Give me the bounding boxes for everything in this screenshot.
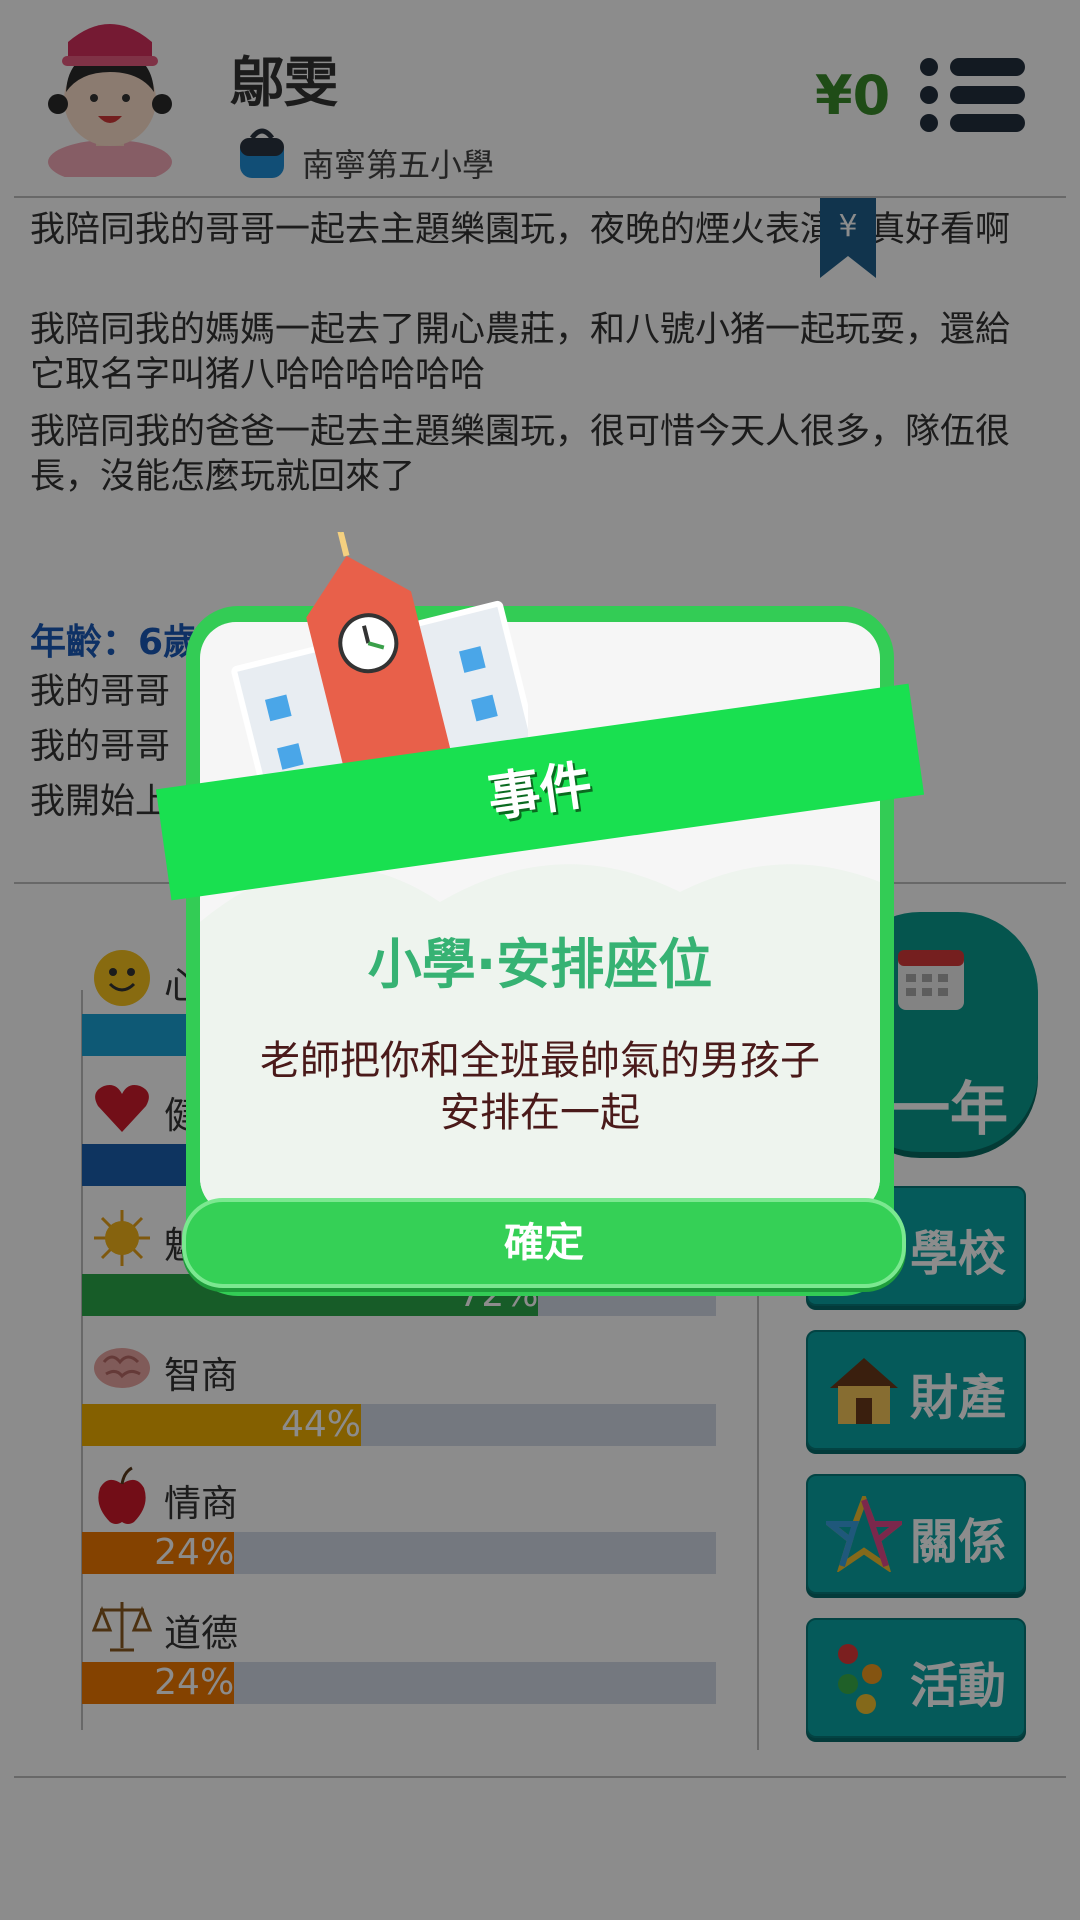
confirm-button[interactable]: 確定 xyxy=(182,1198,906,1288)
event-message: 老師把你和全班最帥氣的男孩子 安排在一起 xyxy=(220,1035,860,1139)
confirm-button-label: 確定 xyxy=(504,1220,584,1266)
event-title: 小學·安排座位 xyxy=(367,933,713,996)
event-message-line: 老師把你和全班最帥氣的男孩子 xyxy=(260,1038,820,1084)
event-message-line: 安排在一起 xyxy=(440,1090,640,1136)
